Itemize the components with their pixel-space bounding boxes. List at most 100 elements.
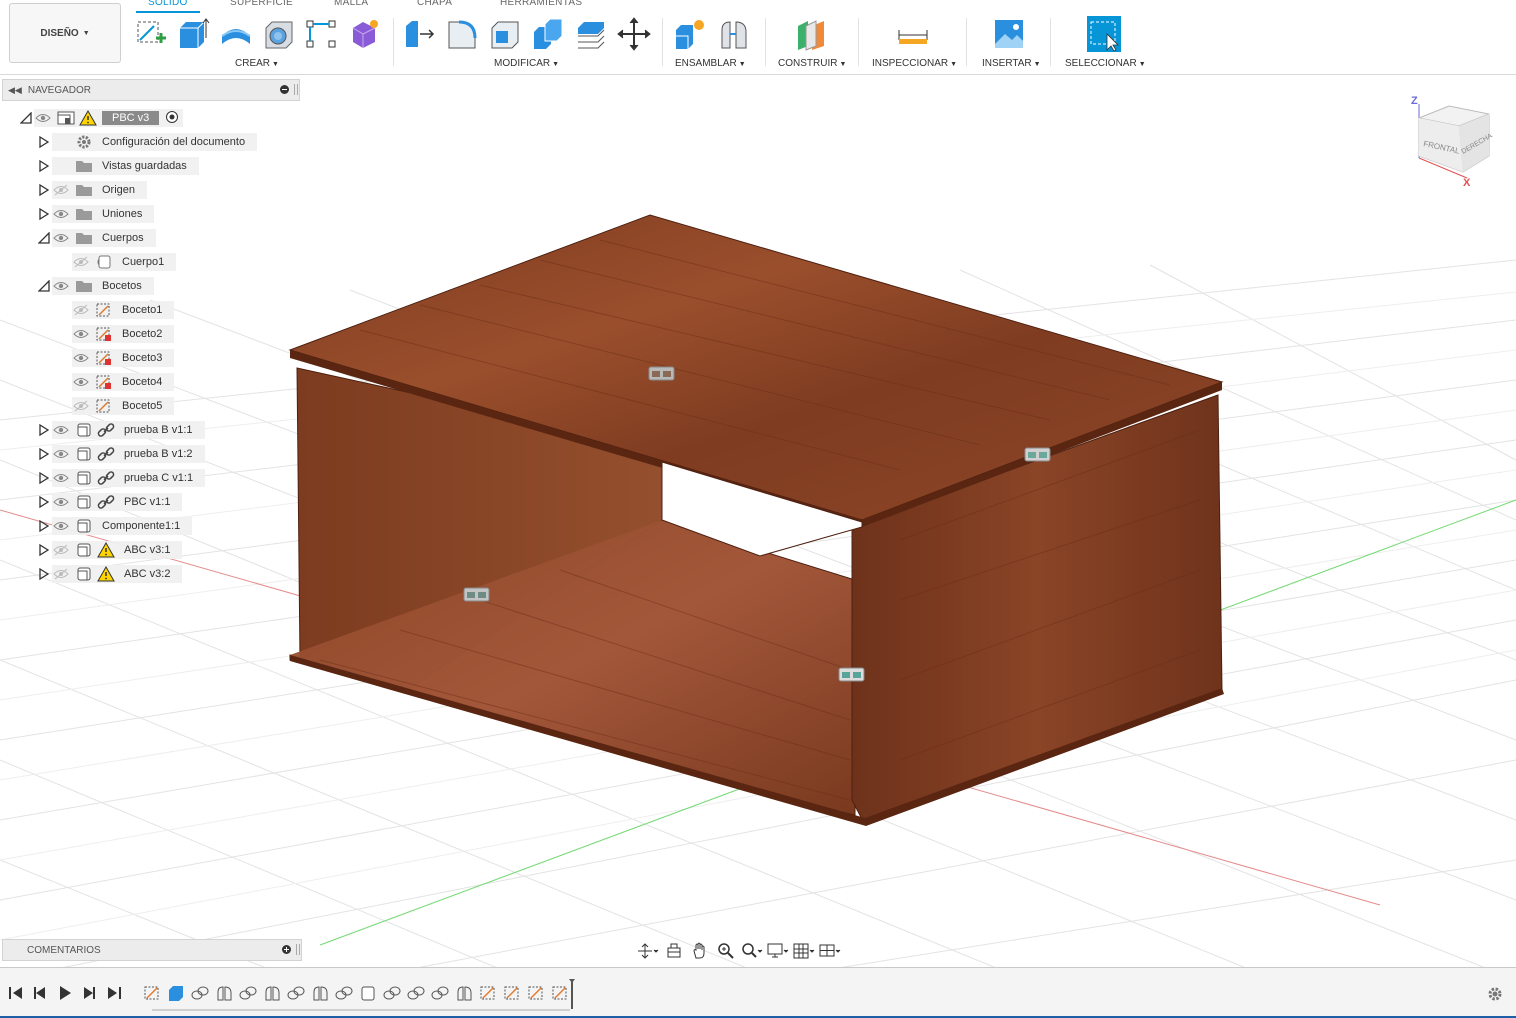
tree-root-item[interactable]: PBC v3 xyxy=(18,108,184,128)
shell-icon[interactable] xyxy=(488,16,522,52)
tab-superficie[interactable]: SUPERFICIE xyxy=(230,0,293,8)
zoom-window-icon[interactable] xyxy=(740,940,764,962)
timeline-rigid-joint-icon[interactable] xyxy=(310,983,330,1003)
visibility-eye-icon[interactable] xyxy=(72,375,90,389)
timeline-sketch-icon[interactable] xyxy=(478,983,498,1003)
timeline-settings-gear-icon[interactable] xyxy=(1486,985,1504,1003)
press-pull-icon[interactable] xyxy=(402,16,436,52)
visibility-eye-icon[interactable] xyxy=(52,495,70,509)
visibility-eye-icon[interactable] xyxy=(52,231,70,245)
visibility-eye-icon[interactable] xyxy=(52,423,70,437)
expand-arrow-icon[interactable] xyxy=(36,542,52,558)
timeline-joint-icon[interactable] xyxy=(238,983,258,1003)
timeline-sketch-icon[interactable] xyxy=(550,983,570,1003)
zoom-icon[interactable] xyxy=(714,940,738,962)
timeline-extrude-icon[interactable] xyxy=(166,983,186,1003)
move-copy-icon[interactable] xyxy=(617,16,651,52)
display-settings-icon[interactable] xyxy=(766,940,790,962)
orbit-icon[interactable] xyxy=(636,940,660,962)
insert-image-icon[interactable] xyxy=(992,16,1026,52)
expand-arrow-icon[interactable] xyxy=(36,446,52,462)
joint-marker-right[interactable] xyxy=(1024,447,1051,462)
timeline-body-icon[interactable] xyxy=(358,983,378,1003)
tree-item-body[interactable]: Cuerpo1 xyxy=(72,253,177,271)
tree-item[interactable]: prueba C v1:1 xyxy=(36,468,206,488)
tree-item-body[interactable]: Boceto1 xyxy=(72,301,175,319)
modificar-menu[interactable]: MODIFICAR ▼ xyxy=(494,58,559,69)
timeline-sketch-icon[interactable] xyxy=(502,983,522,1003)
tree-item[interactable]: Bocetos xyxy=(36,276,154,296)
expand-arrow-icon[interactable] xyxy=(36,158,52,174)
ensamblar-menu[interactable]: ENSAMBLAR ▼ xyxy=(675,58,746,69)
tree-item[interactable]: Cuerpo1 xyxy=(58,252,177,272)
tree-item-body[interactable]: Bocetos xyxy=(52,277,154,295)
collapse-arrow-icon[interactable] xyxy=(36,278,52,294)
revolve-icon[interactable] xyxy=(219,16,253,52)
combine-icon[interactable] xyxy=(531,16,565,52)
tree-item[interactable]: prueba B v1:2 xyxy=(36,444,205,464)
expand-arrow-icon[interactable] xyxy=(36,134,52,150)
visibility-eye-icon[interactable] xyxy=(52,207,70,221)
hole-icon[interactable] xyxy=(262,16,296,52)
select-icon[interactable] xyxy=(1087,16,1121,52)
minimize-icon[interactable] xyxy=(280,85,289,94)
panel-grip-icon[interactable] xyxy=(294,84,298,95)
hidden-eye-icon[interactable] xyxy=(52,183,70,197)
tree-item-body[interactable]: Cuerpos xyxy=(52,229,156,247)
timeline-joint-icon[interactable] xyxy=(334,983,354,1003)
grid-settings-icon[interactable] xyxy=(792,940,816,962)
tree-item[interactable]: Configuración del documento xyxy=(36,132,258,152)
extrude-icon[interactable] xyxy=(176,16,210,52)
activate-radio-icon[interactable] xyxy=(165,110,179,127)
tree-item-body[interactable]: Uniones xyxy=(52,205,155,223)
go-to-end-icon[interactable] xyxy=(106,985,122,1001)
visibility-eye-icon[interactable] xyxy=(52,447,70,461)
hidden-eye-icon[interactable] xyxy=(72,399,90,413)
hidden-eye-icon[interactable] xyxy=(72,255,90,269)
tree-item-body[interactable]: Componente1:1 xyxy=(52,517,193,535)
tree-item[interactable]: Uniones xyxy=(36,204,155,224)
measure-icon[interactable] xyxy=(896,16,930,52)
timeline-joint-icon[interactable] xyxy=(190,983,210,1003)
expand-arrow-icon[interactable] xyxy=(36,182,52,198)
tree-item-body[interactable]: Boceto5 xyxy=(72,397,175,415)
pattern-icon[interactable] xyxy=(304,16,338,52)
timeline-joint-icon[interactable] xyxy=(406,983,426,1003)
timeline-sketch-icon[interactable] xyxy=(526,983,546,1003)
tree-item-body[interactable]: ABC v3:2 xyxy=(52,565,183,583)
insertar-menu[interactable]: INSERTAR ▼ xyxy=(982,58,1041,69)
fillet-icon[interactable] xyxy=(445,16,479,52)
timeline-rigid-joint-icon[interactable] xyxy=(262,983,282,1003)
timeline-sketch-icon[interactable] xyxy=(142,983,162,1003)
tree-item-body[interactable]: ABC v3:1 xyxy=(52,541,183,559)
tab-malla[interactable]: MALLA xyxy=(334,0,368,8)
tree-item[interactable]: prueba B v1:1 xyxy=(36,420,205,440)
visibility-eye-icon[interactable] xyxy=(72,351,90,365)
joint-marker-front[interactable] xyxy=(838,667,865,682)
tree-item-body[interactable]: prueba B v1:1 xyxy=(52,421,205,439)
tree-item[interactable]: Componente1:1 xyxy=(36,516,193,536)
collapse-arrow-icon[interactable] xyxy=(18,110,34,126)
tree-item[interactable]: Vistas guardadas xyxy=(36,156,199,176)
tree-item-body[interactable]: PBC v1:1 xyxy=(52,493,183,511)
add-comment-icon[interactable] xyxy=(282,945,291,954)
step-back-icon[interactable] xyxy=(32,985,48,1001)
offset-plane-icon[interactable] xyxy=(794,16,828,52)
tree-item-body[interactable]: Origen xyxy=(52,181,148,199)
timeline-marker[interactable] xyxy=(569,979,575,1009)
visibility-eye-icon[interactable] xyxy=(52,471,70,485)
form-create-icon[interactable] xyxy=(347,16,381,52)
joint-marker-top[interactable] xyxy=(648,366,675,381)
timeline-rigid-joint-icon[interactable] xyxy=(214,983,234,1003)
seleccionar-menu[interactable]: SELECCIONAR ▼ xyxy=(1065,58,1146,69)
construir-menu[interactable]: CONSTRUIR ▼ xyxy=(778,58,846,69)
offset-face-icon[interactable] xyxy=(574,16,608,52)
go-to-start-icon[interactable] xyxy=(8,985,24,1001)
visibility-eye-icon[interactable] xyxy=(52,279,70,293)
canvas-viewport[interactable] xyxy=(0,74,1516,967)
crear-menu[interactable]: CREAR ▼ xyxy=(235,58,279,69)
create-sketch-icon[interactable] xyxy=(134,16,168,52)
tab-chapa[interactable]: CHAPA xyxy=(417,0,452,8)
step-forward-icon[interactable] xyxy=(81,985,97,1001)
tree-item[interactable]: Cuerpos xyxy=(36,228,156,248)
